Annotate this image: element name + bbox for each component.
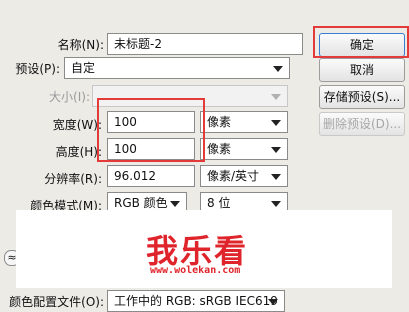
preset-select[interactable]: 自定	[64, 57, 290, 79]
color-profile-value: 工作中的 RGB: sRGB IEC619	[114, 294, 278, 308]
resolution-unit-select[interactable]: 像素/英寸	[200, 165, 288, 187]
color-mode-value: RGB 颜色	[114, 196, 168, 210]
ok-highlight-box	[313, 26, 409, 58]
resolution-unit-value: 像素/英寸	[207, 169, 260, 183]
chevron-down-icon	[271, 147, 281, 153]
chevron-down-icon	[273, 66, 283, 72]
bit-depth-value: 8 位	[207, 196, 231, 210]
width-label: 宽度(W):	[52, 118, 102, 132]
height-unit-value: 像素	[207, 142, 232, 156]
width-unit-select[interactable]: 像素	[200, 111, 288, 133]
chevron-down-icon	[271, 174, 281, 180]
resolution-label: 分辨率(R):	[44, 172, 102, 186]
delete-preset-button: 删除预设(D)...	[319, 112, 405, 136]
name-input[interactable]: 未标题-2	[107, 33, 303, 55]
color-profile-label: 颜色配置文件(O):	[9, 295, 104, 309]
size-label: 大小(I):	[49, 90, 90, 104]
chevron-down-icon	[271, 201, 281, 207]
size-highlight-box	[97, 98, 205, 162]
height-unit-select[interactable]: 像素	[200, 138, 288, 160]
name-label: 名称(N):	[57, 38, 104, 52]
chevron-down-icon	[268, 299, 278, 305]
chevron-down-icon	[271, 120, 281, 126]
height-label: 高度(H):	[55, 145, 102, 159]
color-profile-select[interactable]: 工作中的 RGB: sRGB IEC619	[107, 290, 285, 312]
chevron-down-icon	[170, 201, 180, 207]
chevron-down-icon	[271, 94, 281, 100]
preset-value: 自定	[71, 61, 96, 75]
resolution-input[interactable]: 96.012	[107, 165, 195, 187]
width-unit-value: 像素	[207, 115, 232, 129]
cancel-button[interactable]: 取消	[319, 58, 405, 82]
watermark-url: www.wolekan.com	[150, 265, 241, 276]
preset-label: 预设(P):	[15, 62, 60, 76]
save-preset-button[interactable]: 存储预设(S)...	[319, 85, 405, 109]
